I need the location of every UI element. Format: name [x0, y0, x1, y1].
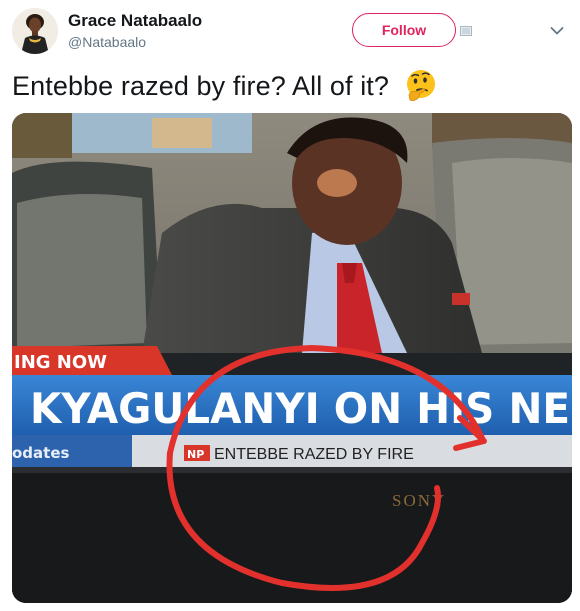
avatar[interactable] [12, 8, 58, 54]
tweet-card: Grace Natabaalo @Natabaalo Follow Entebb… [0, 0, 580, 611]
ticker-logo: NP [187, 448, 204, 461]
breaking-label: ING NOW [14, 352, 107, 373]
user-handle[interactable]: @Natabaalo [68, 34, 146, 50]
tweet-photo[interactable]: ING NOW KYAGULANYI ON HIS NE odates NP E… [12, 113, 572, 603]
follow-button[interactable]: Follow [352, 13, 456, 47]
blocked-icon [460, 26, 472, 36]
display-name[interactable]: Grace Natabaalo [68, 11, 202, 31]
tweet-text: Entebbe razed by fire? All of it? [12, 71, 390, 101]
ticker-text: ENTEBBE RAZED BY FIRE [214, 446, 414, 463]
chevron-down-icon[interactable] [550, 26, 564, 36]
updates-label: odates [12, 444, 70, 462]
headline-text: KYAGULANYI ON HIS NE [30, 384, 570, 433]
thinking-face-emoji [407, 70, 435, 101]
